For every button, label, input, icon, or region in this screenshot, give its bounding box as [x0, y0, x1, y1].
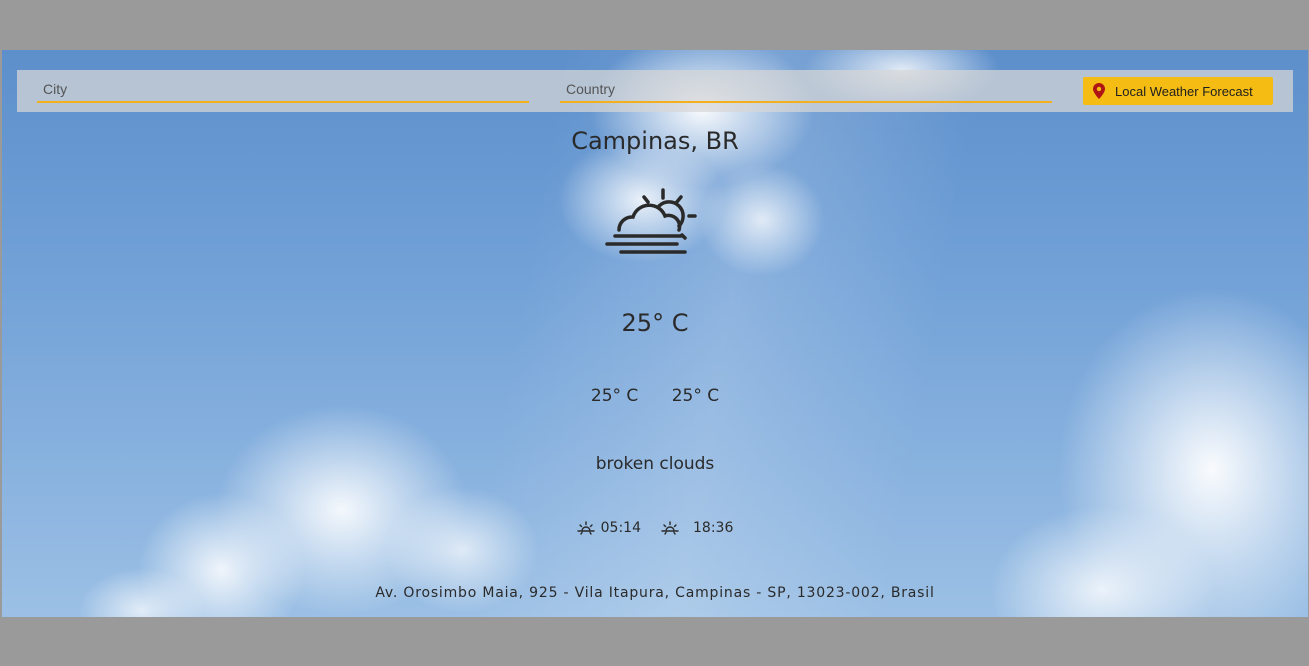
country-input[interactable] — [560, 76, 1058, 101]
forecast-button-label: Local Weather Forecast — [1115, 83, 1253, 99]
weather-app: Local Weather Forecast Campinas, BR — [2, 50, 1308, 617]
sunrise-time: 05:14 — [600, 520, 641, 536]
country-field — [560, 76, 1058, 103]
sunset-time: 18:36 — [693, 520, 734, 536]
min-temperature: 25° C — [590, 386, 639, 406]
city-input[interactable] — [37, 76, 535, 101]
temperature-range: 25° C 25° C — [2, 386, 1308, 406]
local-weather-forecast-button[interactable]: Local Weather Forecast — [1083, 77, 1273, 105]
weather-icon-container — [2, 186, 1308, 268]
weather-description: broken clouds — [595, 454, 715, 474]
max-temperature: 25° C — [671, 386, 720, 406]
map-pin-icon — [1093, 83, 1105, 99]
location-title: Campinas, BR — [571, 127, 739, 155]
sunrise: 05:14 — [576, 520, 641, 536]
city-field — [37, 76, 535, 103]
sunset-icon — [661, 521, 679, 535]
search-bar: Local Weather Forecast — [17, 70, 1293, 112]
sunrise-icon — [576, 521, 595, 535]
sun-times: 05:14 18:36 — [2, 520, 1308, 536]
partly-cloudy-fog-icon — [605, 188, 697, 254]
sunset: 18:36 — [661, 520, 733, 536]
current-temperature: 25° C — [621, 309, 689, 337]
address-text: Av. Orosimbo Maia, 925 - Vila Itapura, C… — [375, 585, 935, 601]
